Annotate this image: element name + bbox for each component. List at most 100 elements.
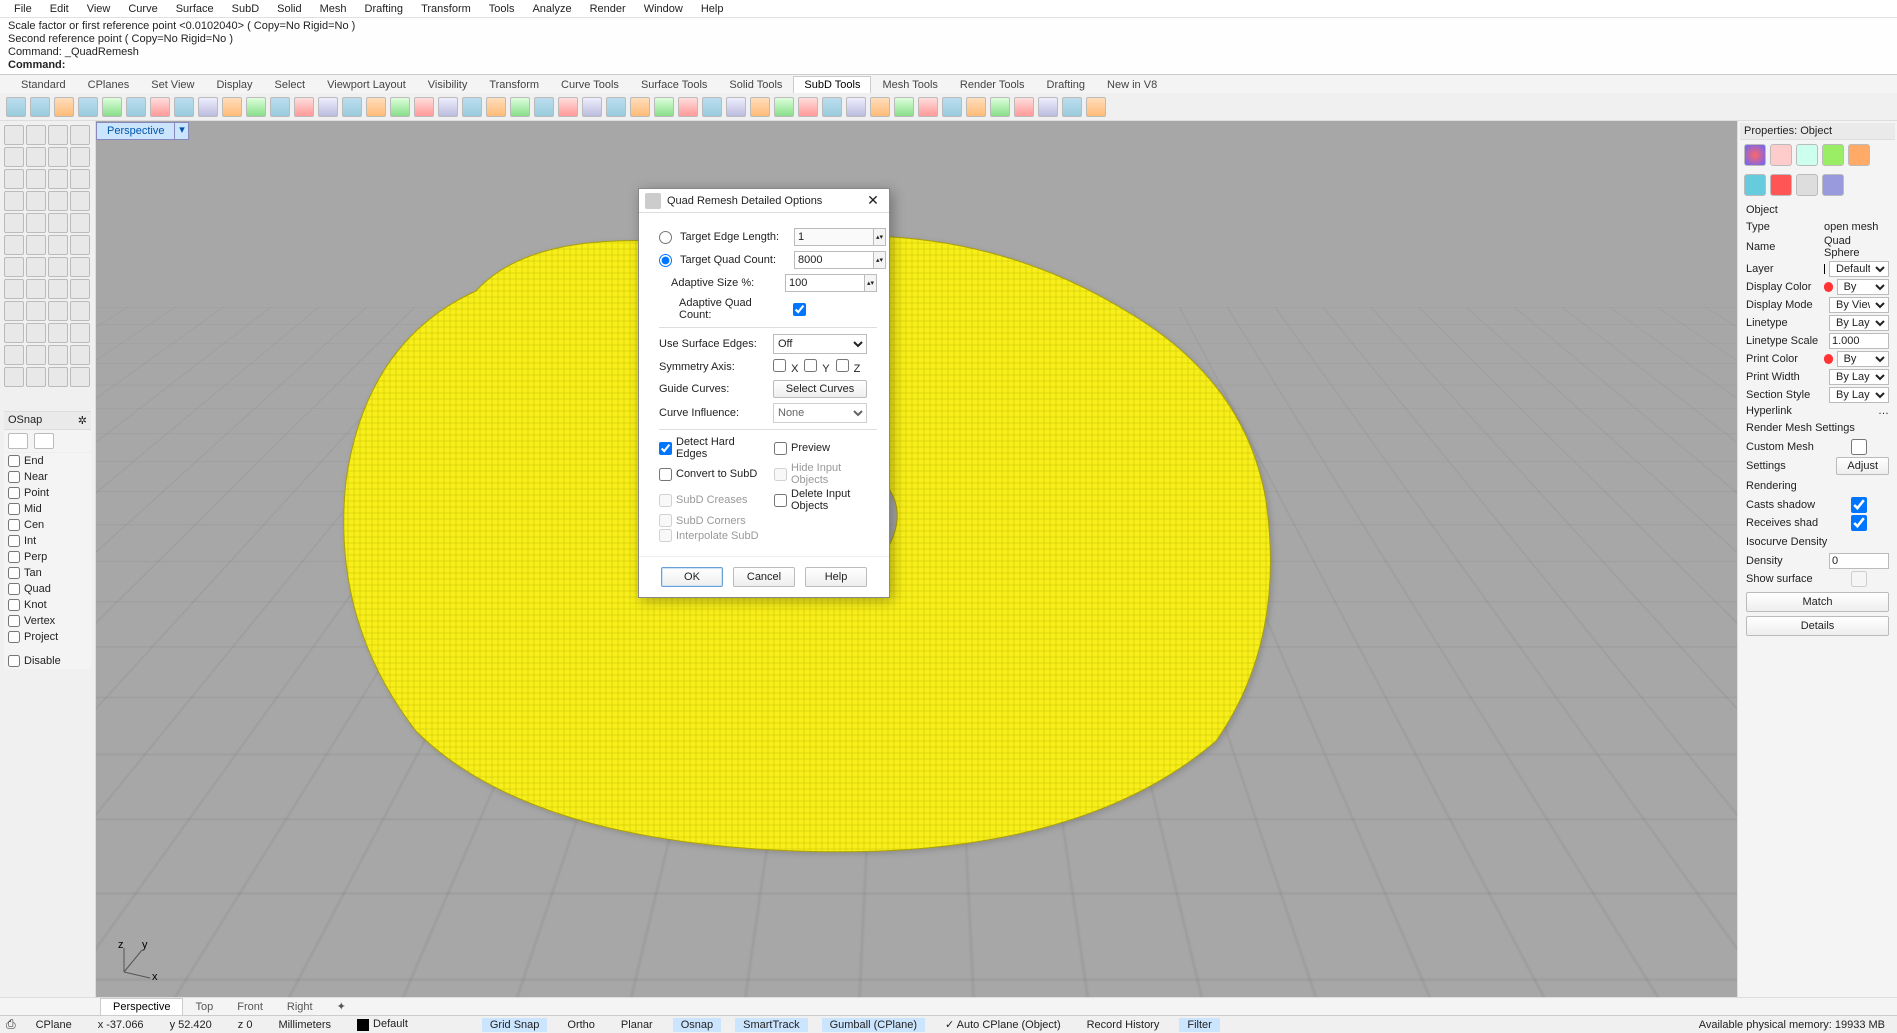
toolbar-icon[interactable] xyxy=(78,97,98,117)
toolbar-icon[interactable] xyxy=(606,97,626,117)
toolbar-icon[interactable] xyxy=(534,97,554,117)
viewport-title-tab[interactable]: Perspective ▾ xyxy=(96,121,189,141)
custom-mesh-checkbox[interactable] xyxy=(1829,439,1889,455)
status-gumball[interactable]: Gumball (CPlane) xyxy=(822,1018,925,1032)
toolbar-icon[interactable] xyxy=(198,97,218,117)
details-button[interactable]: Details xyxy=(1746,616,1889,636)
toolbar-icon[interactable] xyxy=(918,97,938,117)
toolbar-icon[interactable] xyxy=(822,97,842,117)
tool-icon[interactable] xyxy=(48,345,68,365)
tooltab-subd-tools[interactable]: SubD Tools xyxy=(793,76,871,93)
toolbar-icon[interactable] xyxy=(126,97,146,117)
osnap-near[interactable]: Near xyxy=(4,469,91,485)
toolbar-icon[interactable] xyxy=(1038,97,1058,117)
tool-icon[interactable] xyxy=(70,323,90,343)
tool-icon[interactable] xyxy=(26,235,46,255)
material-icon[interactable] xyxy=(1744,144,1766,166)
sym-x[interactable]: X xyxy=(773,359,798,375)
tool-icon[interactable] xyxy=(48,147,68,167)
tool-icon[interactable] xyxy=(70,301,90,321)
tool-icon[interactable] xyxy=(70,213,90,233)
close-icon[interactable]: ✕ xyxy=(863,192,883,209)
sym-z[interactable]: Z xyxy=(836,359,861,375)
hyperlink-more-icon[interactable]: … xyxy=(1878,405,1889,417)
toolbar-icon[interactable] xyxy=(342,97,362,117)
display-mode-select[interactable]: By View xyxy=(1829,297,1889,313)
toolbar-icon[interactable] xyxy=(870,97,890,117)
status-smarttrack[interactable]: SmartTrack xyxy=(735,1018,807,1032)
decal-icon[interactable] xyxy=(1822,144,1844,166)
menu-file[interactable]: File xyxy=(6,2,40,16)
toolbar-icon[interactable] xyxy=(366,97,386,117)
dialog-titlebar[interactable]: Quad Remesh Detailed Options ✕ xyxy=(639,189,889,213)
tool-icon[interactable] xyxy=(48,213,68,233)
menu-mesh[interactable]: Mesh xyxy=(312,2,355,16)
toolbar-icon[interactable] xyxy=(222,97,242,117)
tooltab-new-in-v8[interactable]: New in V8 xyxy=(1096,76,1168,93)
toolbar-icon[interactable] xyxy=(1086,97,1106,117)
linetype-select[interactable]: By Layer xyxy=(1829,315,1889,331)
toolbar-icon[interactable] xyxy=(414,97,434,117)
toolbar-icon[interactable] xyxy=(894,97,914,117)
linetype-scale-input[interactable] xyxy=(1829,333,1889,349)
tooltab-set-view[interactable]: Set View xyxy=(140,76,205,93)
osnap-mid[interactable]: Mid xyxy=(4,501,91,517)
tooltab-drafting[interactable]: Drafting xyxy=(1036,76,1097,93)
toolbar-icon[interactable] xyxy=(246,97,266,117)
status-planar[interactable]: Planar xyxy=(615,1019,659,1031)
match-button[interactable]: Match xyxy=(1746,592,1889,612)
gear-icon[interactable]: ✲ xyxy=(78,414,87,427)
adaptive-size-input[interactable] xyxy=(785,274,865,292)
tool-icon[interactable] xyxy=(4,169,24,189)
detect-hard-edges-checkbox[interactable]: Detect Hard Edges xyxy=(659,436,762,460)
tooltab-transform[interactable]: Transform xyxy=(478,76,550,93)
section-style-select[interactable]: By Layer xyxy=(1829,387,1889,403)
tool-icon[interactable] xyxy=(48,323,68,343)
toolbar-icon[interactable] xyxy=(510,97,530,117)
menu-drafting[interactable]: Drafting xyxy=(357,2,412,16)
status-filter[interactable]: Filter xyxy=(1179,1018,1219,1032)
tool-icon[interactable] xyxy=(26,191,46,211)
mapping-icon[interactable] xyxy=(1796,144,1818,166)
toolbar-icon[interactable] xyxy=(558,97,578,117)
toolbar-icon[interactable] xyxy=(390,97,410,117)
osnap-cen[interactable]: Cen xyxy=(4,517,91,533)
osnap-int[interactable]: Int xyxy=(4,533,91,549)
tooltab-mesh-tools[interactable]: Mesh Tools xyxy=(871,76,948,93)
osnap-project[interactable]: Project xyxy=(4,629,91,645)
texture-icon[interactable] xyxy=(1770,144,1792,166)
layer-select[interactable]: Default xyxy=(1829,261,1889,277)
tooltab-solid-tools[interactable]: Solid Tools xyxy=(718,76,793,93)
toolbar-icon[interactable] xyxy=(102,97,122,117)
status-gridsnap[interactable]: Grid Snap xyxy=(482,1018,548,1032)
tool-icon[interactable] xyxy=(4,323,24,343)
viewport-tab-perspective[interactable]: Perspective xyxy=(100,998,183,1015)
toolbar-icon[interactable] xyxy=(1062,97,1082,117)
toolbar-icon[interactable] xyxy=(270,97,290,117)
tooltab-cplanes[interactable]: CPlanes xyxy=(77,76,141,93)
tool-icon[interactable] xyxy=(48,169,68,189)
menu-window[interactable]: Window xyxy=(636,2,691,16)
menu-solid[interactable]: Solid xyxy=(269,2,309,16)
spinner-icon[interactable]: ▴▾ xyxy=(874,251,886,269)
toolbar-icon[interactable] xyxy=(294,97,314,117)
status-record[interactable]: Record History xyxy=(1081,1019,1166,1031)
status-cplane[interactable]: CPlane xyxy=(30,1019,78,1031)
toolbar-icon[interactable] xyxy=(750,97,770,117)
prop-icon[interactable] xyxy=(1744,174,1766,196)
viewport-tab-front[interactable]: Front xyxy=(225,999,275,1015)
tool-icon[interactable] xyxy=(26,323,46,343)
tool-icon[interactable] xyxy=(4,301,24,321)
tool-icon[interactable] xyxy=(26,125,46,145)
tool-icon[interactable] xyxy=(26,257,46,277)
viewport-tab-top[interactable]: Top xyxy=(183,999,225,1015)
adjust-button[interactable]: Adjust xyxy=(1836,457,1889,475)
menu-view[interactable]: View xyxy=(79,2,119,16)
tooltab-render-tools[interactable]: Render Tools xyxy=(949,76,1036,93)
name-value[interactable]: Quad Sphere xyxy=(1824,235,1889,259)
tool-icon[interactable] xyxy=(26,147,46,167)
tool-icon[interactable] xyxy=(4,213,24,233)
toolbar-icon[interactable] xyxy=(942,97,962,117)
display-color-select[interactable]: By xyxy=(1837,279,1889,295)
toolbar-icon[interactable] xyxy=(54,97,74,117)
